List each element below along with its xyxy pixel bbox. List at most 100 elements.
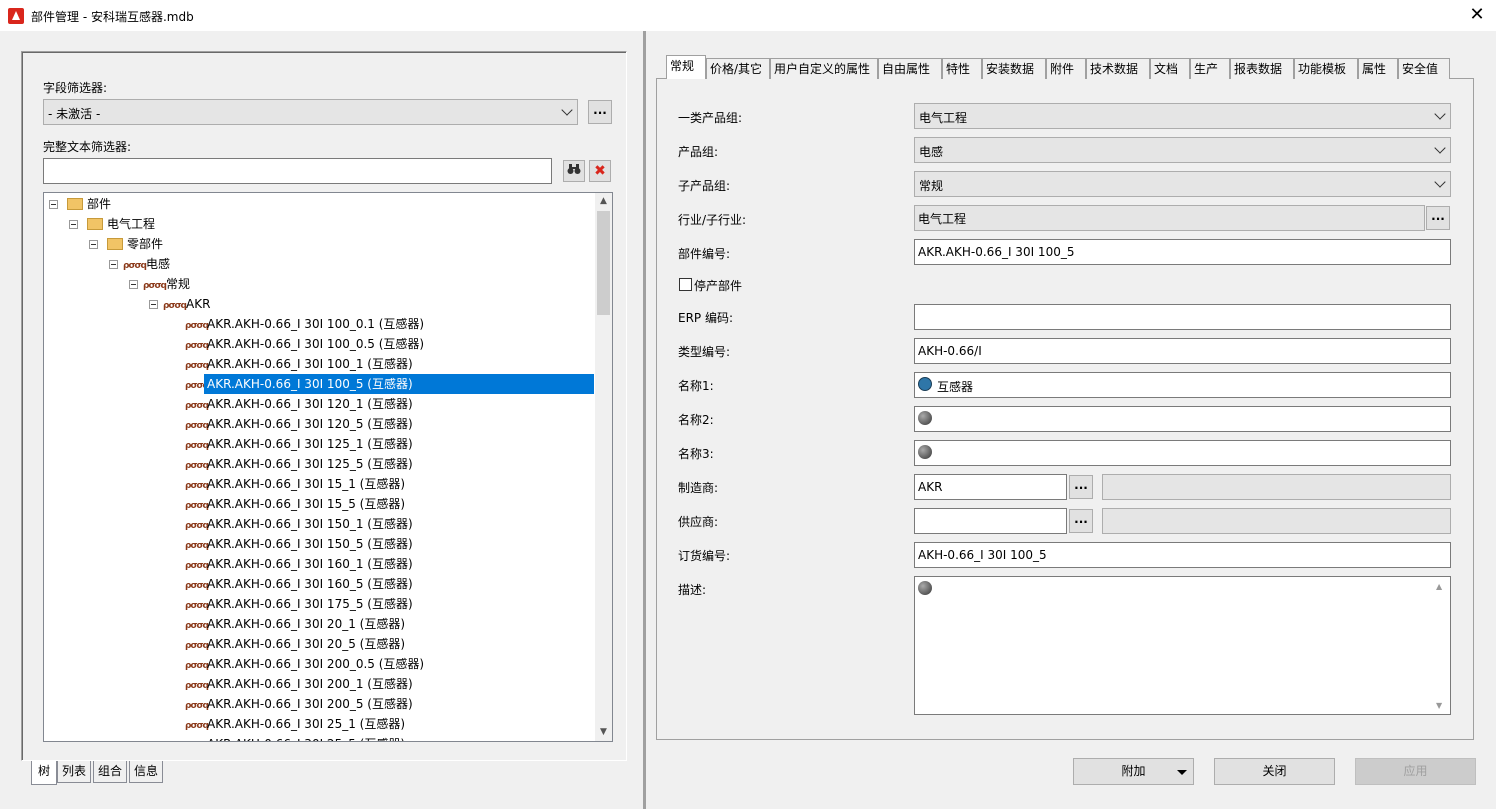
language-globe-icon[interactable] [918,445,932,459]
sub-product-group-select[interactable]: 常规 [914,171,1451,197]
window-title: 部件管理 - 安科瑞互感器.mdb [31,10,194,24]
name1-field[interactable]: 互感器 [914,372,1451,398]
tree-item-label: AKR.AKH-0.66_I 30I 200_0.5 (互感器) [207,657,425,671]
supplier-name-field [1102,508,1451,534]
apply-button[interactable]: 应用 [1355,758,1476,785]
binoculars-icon[interactable] [563,160,585,182]
tab-11[interactable]: 功能模板 [1294,58,1358,79]
language-globe-icon[interactable] [918,411,932,425]
name2-field[interactable] [914,406,1451,432]
language-globe-icon[interactable] [918,581,932,595]
supplier-field[interactable] [914,508,1067,534]
coil-icon: ρσσq [143,281,167,291]
scroll-down-icon[interactable]: ▼ [595,724,612,741]
discontinued-label: 停产部件 [694,279,743,293]
tab-2[interactable]: 用户自定义的属性 [770,58,878,79]
chevron-down-icon [1434,176,1446,188]
parts-management-window: 部件管理 - 安科瑞互感器.mdb ✕ 字段筛选器: - 未激活 - ... 完… [0,0,1496,809]
tree-item-label: AKR.AKH-0.66_I 30I 20_1 (互感器) [207,617,406,631]
chevron-down-icon [1434,142,1446,154]
coil-icon: ρσσq [163,301,187,311]
industry-label: 行业/子行业: [678,213,747,227]
close-button[interactable]: 关闭 [1214,758,1335,785]
tree-item-label: AKR.AKH-0.66_I 30I 100_0.1 (互感器) [207,317,425,331]
name3-field[interactable] [914,440,1451,466]
tab-10[interactable]: 报表数据 [1230,58,1294,79]
manufacturer-more-button[interactable]: ... [1069,475,1093,499]
collapse-icon[interactable] [89,240,98,249]
scroll-up-icon[interactable]: ▲ [595,193,612,210]
manufacturer-field[interactable]: AKR [914,474,1067,500]
dropdown-arrow-icon[interactable] [1177,770,1187,775]
tab-1[interactable]: 价格/其它 [706,58,770,79]
tab-8[interactable]: 文档 [1150,58,1190,79]
tab-5[interactable]: 安装数据 [982,58,1046,79]
name2-label: 名称2: [678,413,714,427]
tab-13[interactable]: 安全值 [1398,58,1450,79]
collapse-icon[interactable] [129,280,138,289]
tree-scrollbar[interactable]: ▲ ▼ [595,193,612,741]
product-group-label: 产品组: [678,145,719,159]
attach-button[interactable]: 附加 [1073,758,1194,785]
tree-item-label: AKR.AKH-0.66_I 30I 125_1 (互感器) [207,437,413,451]
collapse-icon[interactable] [49,200,58,209]
tree-item-label: AKR.AKH-0.66_I 30I 150_5 (互感器) [207,537,413,551]
description-scrollbar[interactable]: ▲ ▼ [1433,578,1449,714]
language-globe-icon[interactable] [918,377,932,391]
chevron-down-icon [561,104,573,116]
tree-item-label: AKR.AKH-0.66_I 30I 25_5 (互感器) [204,734,408,741]
tab-0[interactable]: 常规 [666,55,706,79]
tree-item-label: AKR.AKH-0.66_I 30I 120_1 (互感器) [207,397,413,411]
tree-item-label: AKR.AKH-0.66_I 30I 100_1 (互感器) [207,357,413,371]
chevron-down-icon [1434,108,1446,120]
part-number-field[interactable]: AKR.AKH-0.66_I 30I 100_5 [914,239,1451,265]
scroll-thumb[interactable] [597,211,610,315]
supplier-more-button[interactable]: ... [1069,509,1093,533]
tab-6[interactable]: 附件 [1046,58,1086,79]
clear-filter-icon[interactable]: ✖ [589,160,611,182]
parts-tree[interactable]: 部件 电气工程 零部件 ρσσq 电感 ρσσq 常规 ρσσq AKR ρσσ… [43,192,613,742]
collapse-icon[interactable] [69,220,78,229]
tree-item-label: AKR.AKH-0.66_I 30I 20_5 (互感器) [207,637,406,651]
tab-4[interactable]: 特性 [942,58,982,79]
manufacturer-name-field [1102,474,1451,500]
tree-item-label: AKR.AKH-0.66_I 30I 160_5 (互感器) [207,577,413,591]
product-group-select[interactable]: 电感 [914,137,1451,163]
tab-tree[interactable]: 树 [31,761,57,785]
folder-icon [87,218,103,230]
field-filter-label: 字段筛选器: [43,81,108,95]
industry-more-button[interactable]: ... [1426,206,1450,230]
tree-item-label: AKR.AKH-0.66_I 30I 100_5 (互感器) [204,374,594,394]
order-number-field[interactable]: AKH-0.66_I 30I 100_5 [914,542,1451,568]
type-number-label: 类型编号: [678,345,731,359]
description-field[interactable]: ▲ ▼ [914,576,1451,715]
text-filter-label: 完整文本筛选器: [43,140,132,154]
collapse-icon[interactable] [149,300,158,309]
text-filter-input[interactable] [43,158,552,184]
discontinued-checkbox[interactable] [679,278,692,291]
tree-item-label: AKR.AKH-0.66_I 30I 125_5 (互感器) [207,457,413,471]
description-label: 描述: [678,583,707,597]
tab-3[interactable]: 自由属性 [878,58,942,79]
panel-splitter[interactable] [643,31,646,809]
tree-item-label: AKR.AKH-0.66_I 30I 160_1 (互感器) [207,557,413,571]
field-filter-more-button[interactable]: ... [588,100,612,124]
tab-12[interactable]: 属性 [1358,58,1398,79]
tab-group[interactable]: 组合 [93,761,127,783]
tree-item-label: AKR.AKH-0.66_I 30I 15_1 (互感器) [207,477,406,491]
close-icon[interactable]: ✕ [1462,2,1492,28]
product-group1-select[interactable]: 电气工程 [914,103,1451,129]
tree-item-label: AKR.AKH-0.66_I 30I 100_0.5 (互感器) [207,337,425,351]
erp-field[interactable] [914,304,1451,330]
scroll-up-icon[interactable]: ▲ [1436,582,1442,591]
tab-info[interactable]: 信息 [129,761,163,783]
field-filter-select[interactable]: - 未激活 - [43,99,578,125]
app-logo-icon [8,8,24,24]
scroll-down-icon[interactable]: ▼ [1436,701,1442,710]
field-filter-value: - 未激活 - [48,107,101,121]
type-number-field[interactable]: AKH-0.66/I [914,338,1451,364]
tab-7[interactable]: 技术数据 [1086,58,1150,79]
tab-list[interactable]: 列表 [57,761,91,783]
collapse-icon[interactable] [109,260,118,269]
tab-9[interactable]: 生产 [1190,58,1230,79]
